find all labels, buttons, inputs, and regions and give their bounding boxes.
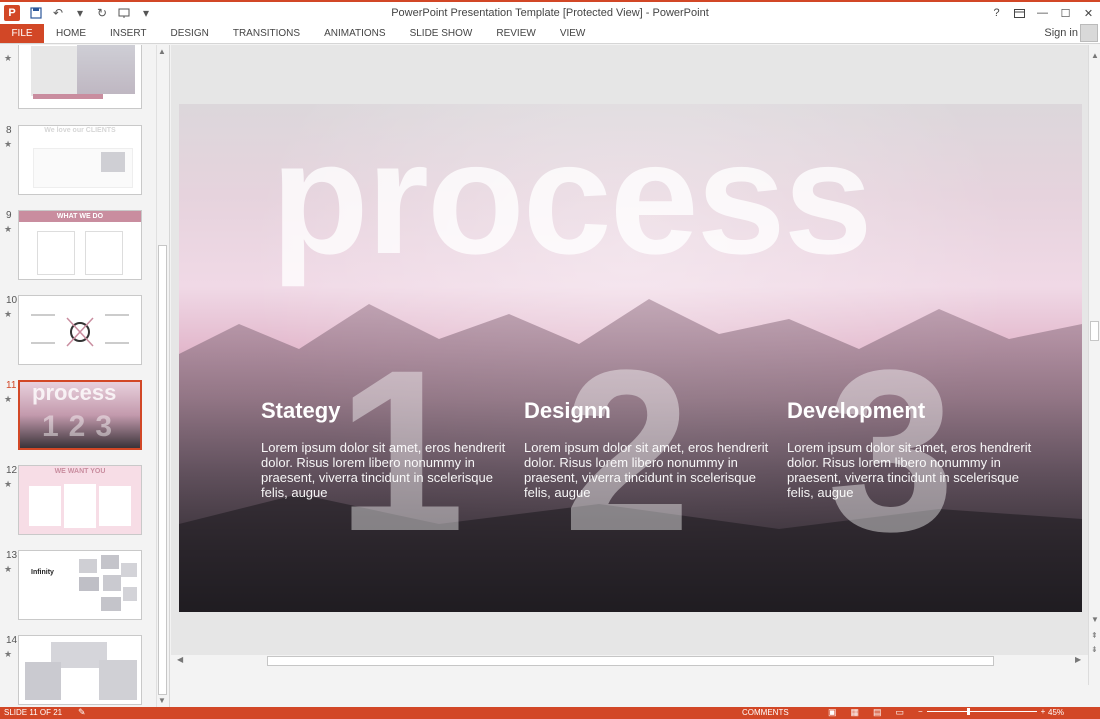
thumbnail-image[interactable] xyxy=(18,45,142,109)
animation-star-icon: ★ xyxy=(4,53,13,63)
scrollbar-thumb[interactable] xyxy=(267,656,994,666)
animation-star-icon: ★ xyxy=(4,564,13,574)
slideshow-icon[interactable]: ▭ xyxy=(896,707,905,718)
slide-thumbnails-pane: ★ 8 ★ We love our CLIENTS 9 ★ WHAT WE DO xyxy=(0,45,170,707)
sign-in-link[interactable]: Sign in xyxy=(1044,27,1078,39)
step-body: Lorem ipsum dolor sit amet, eros hendrer… xyxy=(524,440,769,500)
thumbnail-caption: process xyxy=(32,380,117,405)
tab-view[interactable]: VIEW xyxy=(560,24,600,43)
normal-view-icon[interactable]: ▣ xyxy=(828,707,837,718)
slide-editing-area: process 1 2 3 Stategy Lorem ipsum dolor … xyxy=(171,45,1088,655)
scroll-down-icon[interactable]: ▼ xyxy=(1091,615,1099,624)
title-bar: P ↶ ▾ ↻ ▾ PowerPoint Presentation Templa… xyxy=(0,0,1100,24)
animation-star-icon: ★ xyxy=(4,224,13,234)
thumbnail-number: 12 xyxy=(6,465,18,476)
thumbnail-image[interactable]: WHAT WE DO xyxy=(18,210,142,280)
comments-button[interactable]: COMMENTS xyxy=(742,708,789,717)
thumbnail-image[interactable]: process 123 xyxy=(18,380,142,450)
tab-insert[interactable]: INSERT xyxy=(110,24,161,43)
zoom-slider[interactable]: − + xyxy=(918,707,1045,716)
thumbnail-image[interactable] xyxy=(18,635,142,705)
step-column-1[interactable]: Stategy Lorem ipsum dolor sit amet, eros… xyxy=(261,398,506,500)
tab-transitions[interactable]: TRANSITIONS xyxy=(233,24,314,43)
animation-star-icon: ★ xyxy=(4,479,13,489)
thumbnail-number: 11 xyxy=(6,380,17,391)
step-title: Designn xyxy=(524,398,611,423)
thumbnail-caption: Infinity xyxy=(31,569,54,576)
tab-design[interactable]: DESIGN xyxy=(171,24,223,43)
reading-view-icon[interactable]: ▤ xyxy=(873,707,882,718)
avatar[interactable] xyxy=(1080,24,1098,42)
previous-slide-icon[interactable]: ⇞ xyxy=(1091,631,1098,640)
scroll-up-icon[interactable]: ▲ xyxy=(158,47,166,56)
tab-review[interactable]: REVIEW xyxy=(496,24,549,43)
scroll-up-icon[interactable]: ▲ xyxy=(1091,51,1099,60)
zoom-out-icon[interactable]: − xyxy=(918,707,923,716)
thumbnail-image[interactable]: WE WANT YOU xyxy=(18,465,142,535)
animation-star-icon: ★ xyxy=(4,649,13,659)
zoom-knob[interactable] xyxy=(966,708,970,715)
vertical-scrollbar[interactable]: ▲ ▼ ⇞ ⇟ xyxy=(1088,45,1100,685)
step-title: Stategy xyxy=(261,398,341,423)
window-controls: ? — ☐ ✕ xyxy=(985,2,1100,24)
thumbnail-caption: WE WANT YOU xyxy=(54,468,106,475)
thumbnails-scrollbar[interactable]: ▲ ▼ xyxy=(156,45,168,707)
thumbnail-image[interactable] xyxy=(18,295,142,365)
step-column-3[interactable]: Development Lorem ipsum dolor sit amet, … xyxy=(787,398,1032,500)
scrollbar-thumb[interactable] xyxy=(1090,321,1099,341)
help-button[interactable]: ? xyxy=(985,2,1008,24)
slide-headline[interactable]: process xyxy=(271,118,873,278)
zoom-in-icon[interactable]: + xyxy=(1041,707,1046,716)
thumbnail-number: 14 xyxy=(6,635,18,646)
slide-counter: SLIDE 11 OF 21 xyxy=(4,708,63,717)
ribbon-tabs: HOME INSERT DESIGN TRANSITIONS ANIMATION… xyxy=(56,24,609,43)
scroll-down-icon[interactable]: ▼ xyxy=(158,696,166,705)
thumbnail-caption: We love our CLIENTS xyxy=(44,127,116,134)
zoom-track[interactable] xyxy=(926,708,1037,715)
view-buttons: ▣ ▦ ▤ ▭ xyxy=(828,707,904,718)
step-body: Lorem ipsum dolor sit amet, eros hendrer… xyxy=(787,440,1032,500)
minimize-button[interactable]: — xyxy=(1031,2,1054,24)
scroll-left-icon[interactable]: ◀ xyxy=(177,655,183,664)
thumbnail-number: 8 xyxy=(6,125,12,136)
window-title: PowerPoint Presentation Template [Protec… xyxy=(391,7,709,19)
step-title: Development xyxy=(787,398,926,423)
thumbnail-number: 9 xyxy=(6,210,12,221)
step-body: Lorem ipsum dolor sit amet, eros hendrer… xyxy=(261,440,506,500)
horizontal-scrollbar[interactable]: ◀ ▶ xyxy=(171,655,1088,667)
close-button[interactable]: ✕ xyxy=(1077,2,1100,24)
tab-slide-show[interactable]: SLIDE SHOW xyxy=(410,24,487,43)
thumbnail-numbers: 123 xyxy=(42,410,123,443)
slide-sorter-icon[interactable]: ▦ xyxy=(851,707,860,718)
ribbon-display-options-icon[interactable] xyxy=(1008,2,1031,24)
ribbon: FILE HOME INSERT DESIGN TRANSITIONS ANIM… xyxy=(0,24,1100,44)
thumbnail-caption: WHAT WE DO xyxy=(19,211,141,222)
maximize-button[interactable]: ☐ xyxy=(1054,2,1077,24)
next-slide-icon[interactable]: ⇟ xyxy=(1091,645,1098,654)
current-slide[interactable]: process 1 2 3 Stategy Lorem ipsum dolor … xyxy=(179,104,1082,612)
spelling-check-icon[interactable]: ✎ xyxy=(78,707,86,718)
animation-star-icon: ★ xyxy=(4,309,13,319)
tab-home[interactable]: HOME xyxy=(56,24,100,43)
thumbnail-image[interactable]: Infinity xyxy=(18,550,142,620)
status-bar: SLIDE 11 OF 21 ✎ COMMENTS ▣ ▦ ▤ ▭ − + 45… xyxy=(0,707,1100,719)
tab-animations[interactable]: ANIMATIONS xyxy=(324,24,399,43)
powerpoint-window: P ↶ ▾ ↻ ▾ PowerPoint Presentation Templa… xyxy=(0,0,1100,719)
tab-file[interactable]: FILE xyxy=(0,24,44,43)
thumbnail-number: 13 xyxy=(6,550,18,561)
thumbnail-image[interactable]: We love our CLIENTS xyxy=(18,125,142,195)
animation-star-icon: ★ xyxy=(4,139,13,149)
scroll-right-icon[interactable]: ▶ xyxy=(1075,655,1081,664)
scrollbar-thumb[interactable] xyxy=(158,245,167,695)
thumbnail-number: 10 xyxy=(6,295,18,306)
animation-star-icon: ★ xyxy=(4,394,13,404)
step-column-2[interactable]: Designn Lorem ipsum dolor sit amet, eros… xyxy=(524,398,769,500)
zoom-level[interactable]: 45% xyxy=(1048,708,1064,717)
